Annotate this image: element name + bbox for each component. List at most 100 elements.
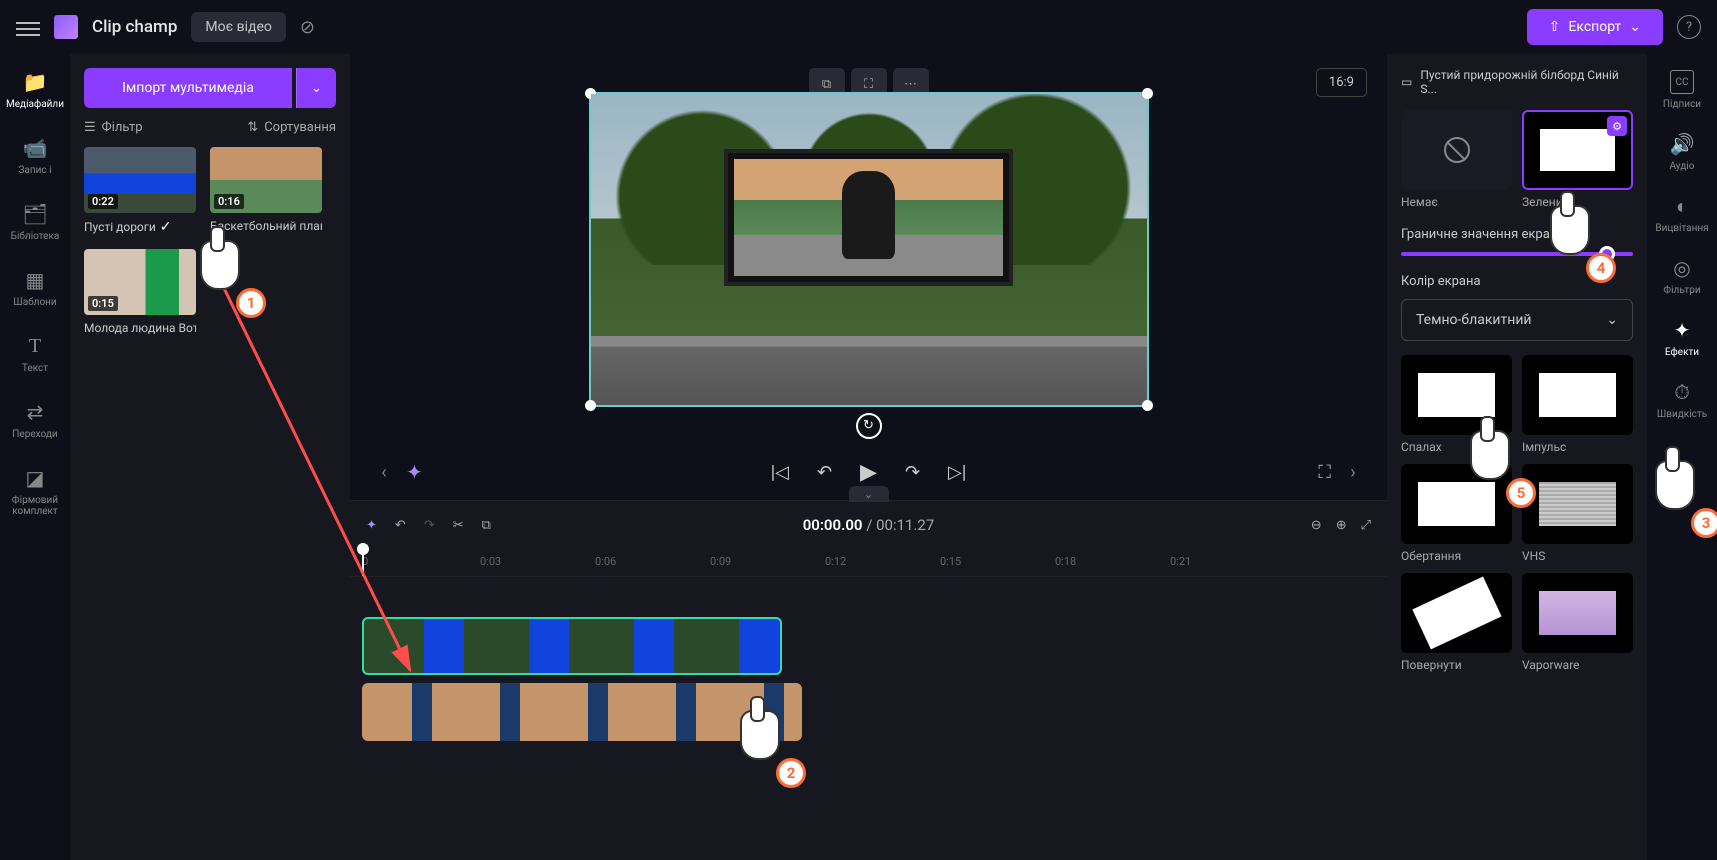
skip-end-icon[interactable]: ▷|: [948, 462, 966, 483]
fx-label: Vaporware: [1522, 658, 1633, 672]
collapse-icon[interactable]: ⌄: [849, 486, 889, 502]
fx-label: Імпульс: [1522, 440, 1633, 454]
tick: 0:06: [595, 555, 616, 568]
screen-color-dropdown[interactable]: Темно-блакитний ⌄: [1401, 299, 1633, 341]
zoom-out-icon[interactable]: ⊖: [1311, 518, 1322, 533]
rail-captions[interactable]: CCПідписи: [1663, 70, 1701, 110]
video-track-2[interactable]: [362, 683, 802, 741]
nav-label: Шаблони: [13, 297, 56, 308]
fx-label: Спалах: [1401, 440, 1512, 454]
media-panel: Імпорт мультимедіа ⌄ ☰Фільтр ⇅Сортування…: [70, 54, 350, 860]
fx-flash[interactable]: Спалах: [1401, 355, 1512, 454]
threshold-slider[interactable]: [1401, 252, 1633, 256]
nav-label: Переходи: [12, 429, 57, 440]
prev-panel-icon[interactable]: ‹: [370, 458, 398, 486]
aspect-ratio[interactable]: 16:9: [1316, 68, 1367, 97]
nav-templates[interactable]: ▦Шаблони: [13, 268, 56, 308]
rail-speed[interactable]: ⏱ Швидкість: [1657, 380, 1707, 420]
media-name: Баскетбольний план V: [210, 219, 322, 233]
tick: 0:15: [940, 555, 961, 568]
center-area: ⧉ ⛶ ⋯ 16:9 ↻ ‹ ✦ |◁ ↶: [350, 54, 1387, 860]
sort-button[interactable]: ⇅Сортування: [247, 120, 336, 135]
threshold-label: Граничне значення екрана: [1401, 227, 1633, 242]
nav-text[interactable]: TТекст: [22, 334, 48, 374]
folder-icon: 📁: [23, 70, 47, 94]
fx-none[interactable]: Немає: [1401, 110, 1512, 209]
copy-icon[interactable]: ⧉: [482, 518, 491, 533]
filter-button[interactable]: ☰Фільтр: [84, 120, 143, 135]
video-track-1[interactable]: [362, 617, 782, 675]
nav-media[interactable]: 📁Медіафайли: [6, 70, 64, 110]
import-button[interactable]: Імпорт мультимедіа: [84, 68, 292, 108]
filter-label: Фільтр: [102, 120, 143, 135]
skip-start-icon[interactable]: |◁: [771, 462, 789, 483]
chevron-down-icon: ⌄: [1606, 312, 1618, 328]
replay-icon[interactable]: ↻: [856, 413, 882, 439]
transitions-icon: ⇄: [23, 400, 47, 424]
captions-icon: CC: [1670, 70, 1694, 94]
forward-icon[interactable]: ↷: [905, 462, 920, 483]
nav-brandkit[interactable]: ◪Фірмовий комплект: [0, 466, 70, 517]
next-panel-icon[interactable]: ›: [1339, 458, 1367, 486]
nav-library[interactable]: 🗂Бібліотека: [11, 202, 60, 242]
tick: 0:21: [1170, 555, 1191, 568]
fx-vaporware[interactable]: Vaporware: [1522, 573, 1633, 672]
timeline-ruler[interactable]: 0 0:03 0:06 0:09 0:12 0:15 0:18 0:21: [350, 549, 1387, 577]
rail-label: Швидкість: [1657, 409, 1707, 420]
speed-icon: ⏱: [1670, 380, 1694, 404]
properties-panel: ▭Пустий придорожній білборд Синій S... Н…: [1387, 54, 1647, 860]
nav-transitions[interactable]: ⇄ Переходи: [12, 400, 57, 440]
fx-flip[interactable]: Повернути: [1401, 573, 1512, 672]
fx-green-screen[interactable]: ⚙ Зелений: [1522, 110, 1633, 209]
rail-filters[interactable]: ◎Фільтри: [1663, 256, 1700, 296]
media-item[interactable]: 0:16 Баскетбольний план V✓: [210, 147, 322, 235]
dropdown-value: Темно-блакитний: [1416, 312, 1531, 328]
tick: 0:18: [1055, 555, 1076, 568]
playhead[interactable]: [362, 549, 364, 576]
preview-area: ⧉ ⛶ ⋯ 16:9 ↻: [350, 54, 1387, 444]
fullscreen-icon[interactable]: ⛶: [1318, 462, 1331, 483]
rail-audio[interactable]: 🔊Аудіо: [1670, 132, 1695, 172]
redo-icon[interactable]: ↷: [424, 518, 435, 533]
cut-icon[interactable]: ✂: [453, 518, 464, 533]
fx-rotate[interactable]: Обертання: [1401, 464, 1512, 563]
fx-label: Повернути: [1401, 658, 1512, 672]
nav-record[interactable]: 📹Запис і: [18, 136, 51, 176]
timeline-tracks[interactable]: [350, 577, 1387, 860]
chevron-down-icon: ⌄: [1629, 19, 1641, 35]
audio-icon: 🔊: [1670, 132, 1694, 156]
media-item[interactable]: 0:15 Молода людина Вот: [84, 249, 196, 335]
rail-effects[interactable]: ✦Ефекти: [1665, 318, 1699, 358]
fx-pulse[interactable]: Імпульс: [1522, 355, 1633, 454]
media-duration: 0:15: [88, 296, 118, 311]
preview-canvas[interactable]: ↻: [589, 92, 1149, 407]
media-item[interactable]: 0:22 Пусті дороги✓: [84, 147, 196, 235]
ai-icon[interactable]: ✦: [406, 460, 423, 484]
help-icon[interactable]: ?: [1677, 15, 1701, 39]
export-button[interactable]: ⇧ Експорт ⌄: [1527, 9, 1663, 45]
top-bar: Clip champ Моє відео ⊘ ⇧ Експорт ⌄ ?: [0, 0, 1717, 54]
nav-label: Запис і: [18, 165, 51, 176]
export-label: Експорт: [1568, 19, 1621, 35]
play-icon[interactable]: ▶: [860, 460, 877, 485]
project-name[interactable]: Моє відео: [191, 12, 285, 42]
rewind-icon[interactable]: ↶: [817, 462, 832, 483]
sync-off-icon[interactable]: ⊘: [300, 17, 315, 38]
slider-thumb[interactable]: [1599, 246, 1615, 262]
settings-icon[interactable]: ⚙: [1607, 116, 1627, 136]
import-dropdown[interactable]: ⌄: [296, 68, 336, 108]
ai-tool-icon[interactable]: ✦: [366, 518, 377, 533]
rail-label: Ефекти: [1665, 347, 1699, 358]
zoom-fit-icon[interactable]: ⤢: [1361, 518, 1371, 533]
fade-icon: ◐: [1670, 194, 1694, 218]
filters-icon: ◎: [1670, 256, 1694, 280]
fx-vhs[interactable]: VHS: [1522, 464, 1633, 563]
fx-label: VHS: [1522, 549, 1633, 563]
fx-label: Немає: [1401, 195, 1512, 209]
undo-icon[interactable]: ↶: [395, 518, 406, 533]
menu-icon[interactable]: [16, 18, 40, 36]
media-duration: 0:16: [214, 194, 244, 209]
zoom-in-icon[interactable]: ⊕: [1336, 518, 1347, 533]
rail-fade[interactable]: ◐Вицвітання: [1655, 194, 1708, 234]
brandkit-icon: ◪: [23, 466, 47, 490]
